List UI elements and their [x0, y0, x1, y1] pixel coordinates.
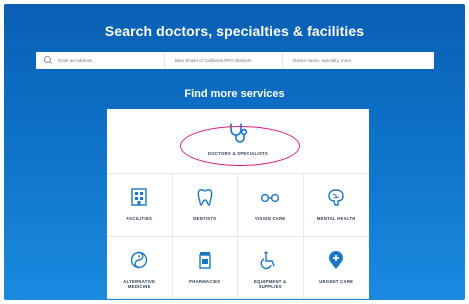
service-tile-dentists[interactable]: DENTISTS [172, 174, 238, 237]
network-select[interactable]: Blue Shield of California PPO Network [164, 52, 282, 69]
service-tile-mental-health[interactable]: MENTAL HEALTH [303, 174, 369, 237]
wheelchair-icon [260, 251, 275, 269]
search-bar: Enter an address Blue Shield of Californ… [36, 52, 434, 69]
service-label: EQUIPMENT & SUPPLIES [254, 278, 287, 290]
pill-bottle-icon [199, 251, 211, 269]
service-label: DENTISTS [193, 216, 217, 221]
service-label: FACILITIES [126, 216, 153, 221]
tooth-icon [197, 189, 213, 206]
service-tile-pharmacies[interactable]: PHARMACIES [172, 236, 238, 299]
building-icon [131, 188, 147, 206]
doctor-search-input[interactable]: Doctor name, specialty, more [282, 52, 434, 69]
services-grid: FACILITIES DENTISTS VISION CARE MENTAL H… [107, 174, 369, 299]
address-input[interactable]: Enter an address [56, 58, 164, 63]
service-label: MENTAL HEALTH [316, 216, 356, 221]
brain-icon [328, 189, 344, 206]
service-label: ALTERNATIVE MEDICINE [123, 278, 156, 290]
service-tile-equipment-supplies[interactable]: EQUIPMENT & SUPPLIES [238, 236, 304, 299]
service-label: PHARMACIES [189, 278, 221, 284]
page-title: Search doctors, specialties & facilities [104, 23, 365, 39]
services-panel: DOCTORS & SPECIALISTS FACILITIES DENTIST… [107, 109, 369, 299]
glasses-icon [261, 193, 280, 203]
search-hero: Search doctors, specialties & facilities… [4, 4, 465, 300]
urgent-care-pin-icon [329, 250, 344, 269]
services-heading: Find more services [184, 88, 285, 100]
service-tile-alternative-medicine[interactable]: ALTERNATIVE MEDICINE [107, 236, 173, 299]
yin-yang-icon [131, 251, 148, 268]
service-tile-vision-care[interactable]: VISION CARE [238, 174, 304, 237]
service-tile-urgent-care[interactable]: URGENT CARE [303, 237, 369, 299]
search-icon [42, 52, 56, 69]
service-label: URGENT CARE [319, 278, 354, 284]
service-label: VISION CARE [254, 216, 286, 221]
highlight-circle [180, 126, 300, 166]
service-tile-facilities[interactable]: FACILITIES [107, 174, 173, 237]
